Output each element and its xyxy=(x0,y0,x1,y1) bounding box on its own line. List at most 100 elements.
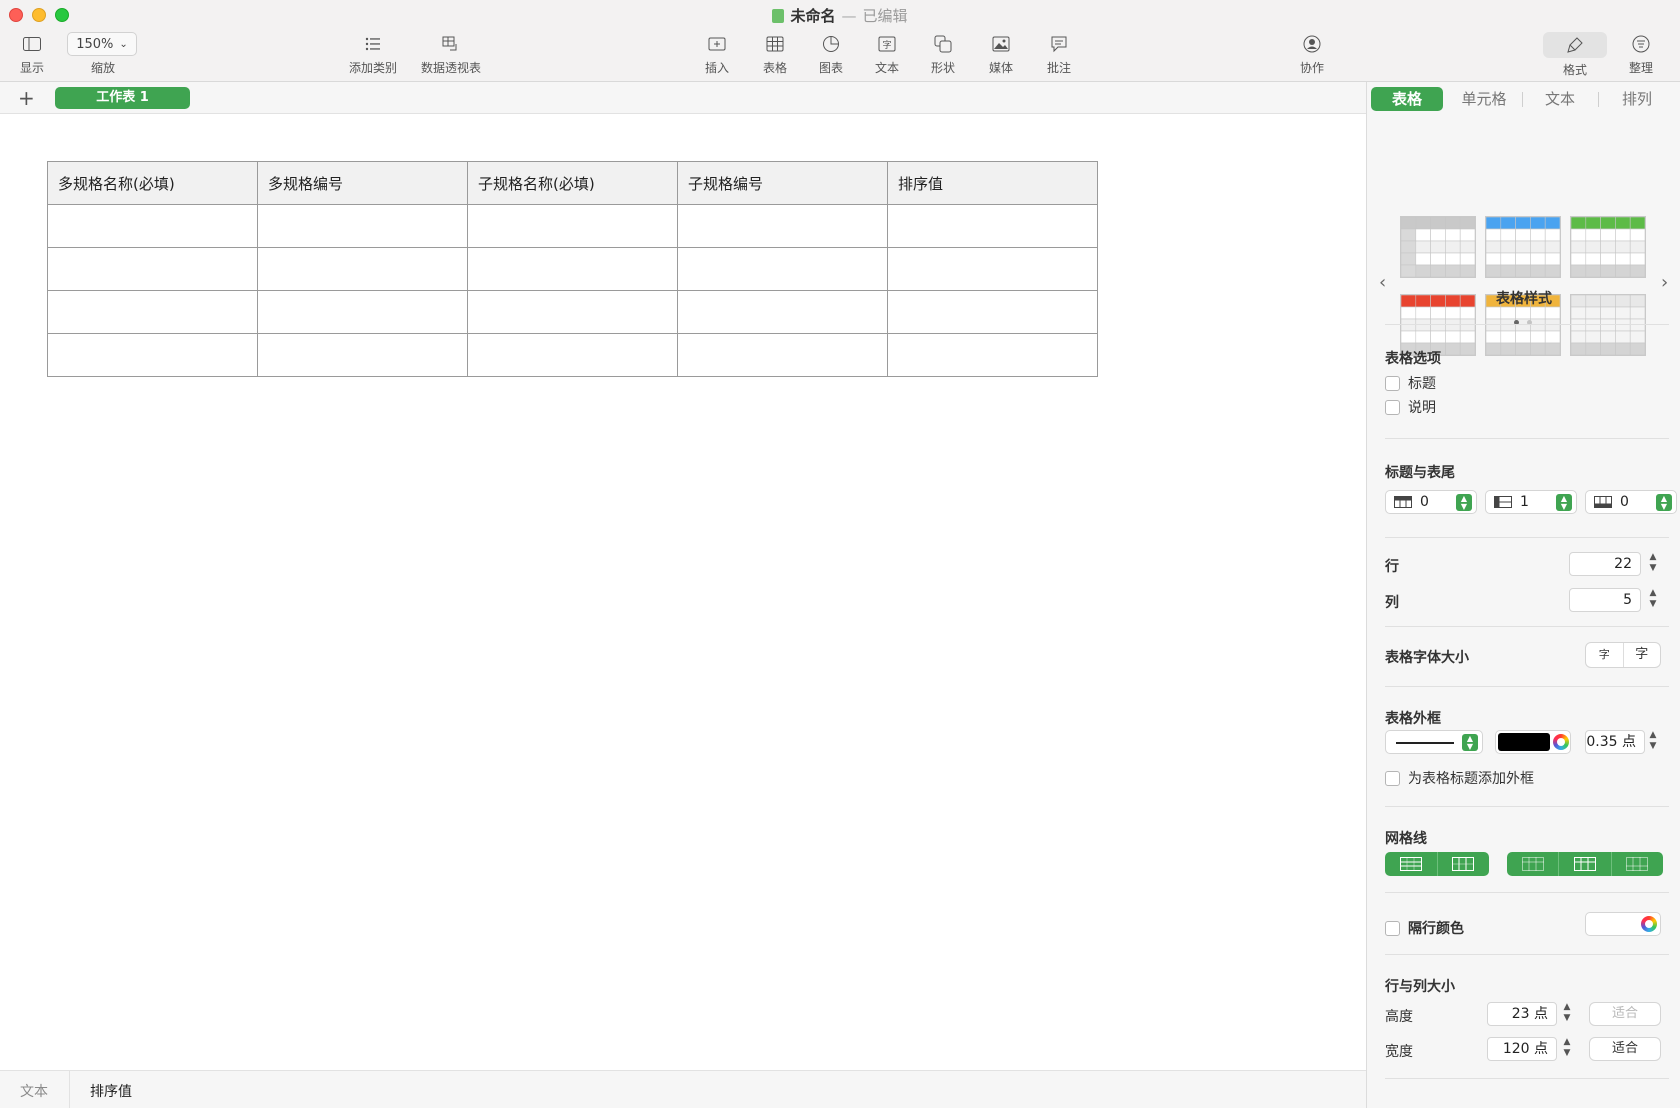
table-cell[interactable] xyxy=(47,333,258,377)
table-cell[interactable] xyxy=(677,247,888,291)
option-title[interactable]: 标题 xyxy=(1385,373,1436,393)
footer-rows-control[interactable]: 0 ▲ ▼ xyxy=(1585,490,1677,514)
table-cell[interactable] xyxy=(887,204,1098,248)
footer-gridlines-button[interactable] xyxy=(1610,852,1663,876)
header-column-gridlines-button[interactable] xyxy=(1558,852,1610,876)
header-cell[interactable]: 子规格名称(必填) xyxy=(467,161,678,205)
shape-button[interactable]: 形状 xyxy=(926,32,960,76)
zoom-select[interactable]: 150% ⌄ xyxy=(67,32,137,56)
comment-button[interactable]: 批注 xyxy=(1042,32,1076,76)
rows-field[interactable]: 22 xyxy=(1569,552,1641,576)
add-category-button[interactable]: 添加类别 xyxy=(342,32,404,76)
header-cell[interactable]: 多规格名称(必填) xyxy=(47,161,258,205)
table-cell[interactable] xyxy=(887,247,1098,291)
table-cell[interactable] xyxy=(467,333,678,377)
page-dots[interactable] xyxy=(1510,310,1536,329)
style-preview-cell xyxy=(1486,252,1502,266)
outline-width-stepper[interactable]: ▲ ▼ xyxy=(1647,730,1659,754)
style-preview-cell xyxy=(1486,318,1502,332)
row-height-field[interactable]: 23 点 xyxy=(1487,1002,1557,1026)
header-columns-stepper[interactable]: ▲ ▼ xyxy=(1556,494,1572,511)
column-width-field[interactable]: 120 点 xyxy=(1487,1037,1557,1061)
table-style-green[interactable] xyxy=(1570,216,1646,278)
horizontal-gridlines-button[interactable] xyxy=(1385,852,1437,876)
table-cell[interactable] xyxy=(47,247,258,291)
status-text-label[interactable]: 文本 xyxy=(20,1081,48,1101)
columns-stepper[interactable]: ▲ ▼ xyxy=(1647,588,1659,612)
table-cell[interactable] xyxy=(257,247,468,291)
header-rows-stepper[interactable]: ▲ ▼ xyxy=(1456,494,1472,511)
style-preview-cell xyxy=(1585,240,1601,254)
table-cell[interactable] xyxy=(467,204,678,248)
vertical-gridlines-button[interactable] xyxy=(1436,852,1490,876)
increase-font-button[interactable]: 字 xyxy=(1622,643,1661,667)
pivot-table-button[interactable]: 数据透视表 xyxy=(416,32,486,76)
table-cell[interactable] xyxy=(467,290,678,334)
chart-button[interactable]: 图表 xyxy=(814,32,848,76)
outline-style-stepper[interactable]: ▲ ▼ xyxy=(1462,734,1478,751)
table-cell[interactable] xyxy=(257,333,468,377)
table-cell[interactable] xyxy=(677,290,888,334)
horizontal-lines-icon xyxy=(1399,857,1422,871)
table-cell[interactable] xyxy=(47,204,258,248)
style-preview-cell xyxy=(1571,330,1587,344)
table-style-blue[interactable] xyxy=(1485,216,1561,278)
add-sheet-button[interactable]: + xyxy=(18,86,35,110)
column-width-stepper[interactable]: ▲ ▼ xyxy=(1561,1037,1573,1061)
style-preview-cell xyxy=(1571,318,1587,332)
format-button[interactable]: 格式 xyxy=(1543,32,1607,78)
style-preview-cell xyxy=(1629,306,1645,320)
columns-field[interactable]: 5 xyxy=(1569,588,1641,612)
alternating-rows-option[interactable]: 隔行颜色 xyxy=(1385,918,1464,938)
media-button[interactable]: 媒体 xyxy=(984,32,1018,76)
table-button[interactable]: 表格 xyxy=(758,32,792,76)
outline-title-option[interactable]: 为表格标题添加外框 xyxy=(1385,768,1534,788)
row-height-stepper[interactable]: ▲ ▼ xyxy=(1561,1002,1573,1026)
caption-checkbox[interactable] xyxy=(1385,399,1400,415)
header-row-gridlines-button[interactable] xyxy=(1507,852,1558,876)
table-cell[interactable] xyxy=(467,247,678,291)
fit-width-button[interactable]: 适合 xyxy=(1589,1037,1661,1061)
decrease-font-button[interactable]: 字 xyxy=(1586,643,1623,667)
tab-table[interactable]: 表格 xyxy=(1371,87,1443,111)
option-caption[interactable]: 说明 xyxy=(1385,397,1436,417)
insert-button[interactable]: 插入 xyxy=(700,32,734,76)
outline-title-checkbox[interactable] xyxy=(1385,770,1400,786)
tab-cell[interactable]: 单元格 xyxy=(1447,87,1521,111)
header-cell[interactable]: 子规格编号 xyxy=(677,161,888,205)
header-rows-control[interactable]: 0 ▲ ▼ xyxy=(1385,490,1477,514)
zoom-control[interactable]: 150% ⌄ 缩放 xyxy=(67,32,139,76)
table-cell[interactable] xyxy=(257,290,468,334)
table-cell[interactable] xyxy=(257,204,468,248)
sheet-tab-1[interactable]: 工作表 1 xyxy=(55,87,190,109)
collaborate-button[interactable]: 协作 xyxy=(1294,32,1330,76)
header-columns-control[interactable]: 1 ▲ ▼ xyxy=(1485,490,1577,514)
header-cell[interactable]: 排序值 xyxy=(887,161,1098,205)
rows-stepper[interactable]: ▲ ▼ xyxy=(1647,552,1659,576)
title-checkbox[interactable] xyxy=(1385,375,1400,391)
tab-arrange[interactable]: 排列 xyxy=(1599,87,1675,111)
header-rows-icon xyxy=(1394,496,1412,508)
gridlines-body-group xyxy=(1385,852,1489,876)
table-cell[interactable] xyxy=(887,290,1098,334)
fit-height-button[interactable]: 适合 xyxy=(1589,1002,1661,1026)
table-cell[interactable] xyxy=(677,333,888,377)
table-cell[interactable] xyxy=(47,290,258,334)
display-button[interactable]: 显示 xyxy=(16,32,48,76)
outline-color-well[interactable] xyxy=(1495,730,1571,754)
outline-width-field[interactable]: 0.35 点 xyxy=(1585,730,1645,754)
alternating-rows-checkbox[interactable] xyxy=(1385,920,1400,936)
table-cell[interactable] xyxy=(677,204,888,248)
alternating-row-color-well[interactable] xyxy=(1585,912,1661,936)
color-wheel-icon[interactable] xyxy=(1553,734,1569,750)
outline-style-select[interactable]: ▲ ▼ xyxy=(1385,730,1483,754)
status-cell-value[interactable]: 排序值 xyxy=(90,1081,132,1101)
text-button[interactable]: 字 文本 xyxy=(870,32,904,76)
organize-button[interactable]: 整理 xyxy=(1624,32,1658,76)
tab-text[interactable]: 文本 xyxy=(1523,87,1597,111)
footer-rows-stepper[interactable]: ▲ ▼ xyxy=(1656,494,1672,511)
color-wheel-icon[interactable] xyxy=(1641,916,1657,932)
header-cell[interactable]: 多规格编号 xyxy=(257,161,468,205)
table-style-gray[interactable] xyxy=(1400,216,1476,278)
table-cell[interactable] xyxy=(887,333,1098,377)
